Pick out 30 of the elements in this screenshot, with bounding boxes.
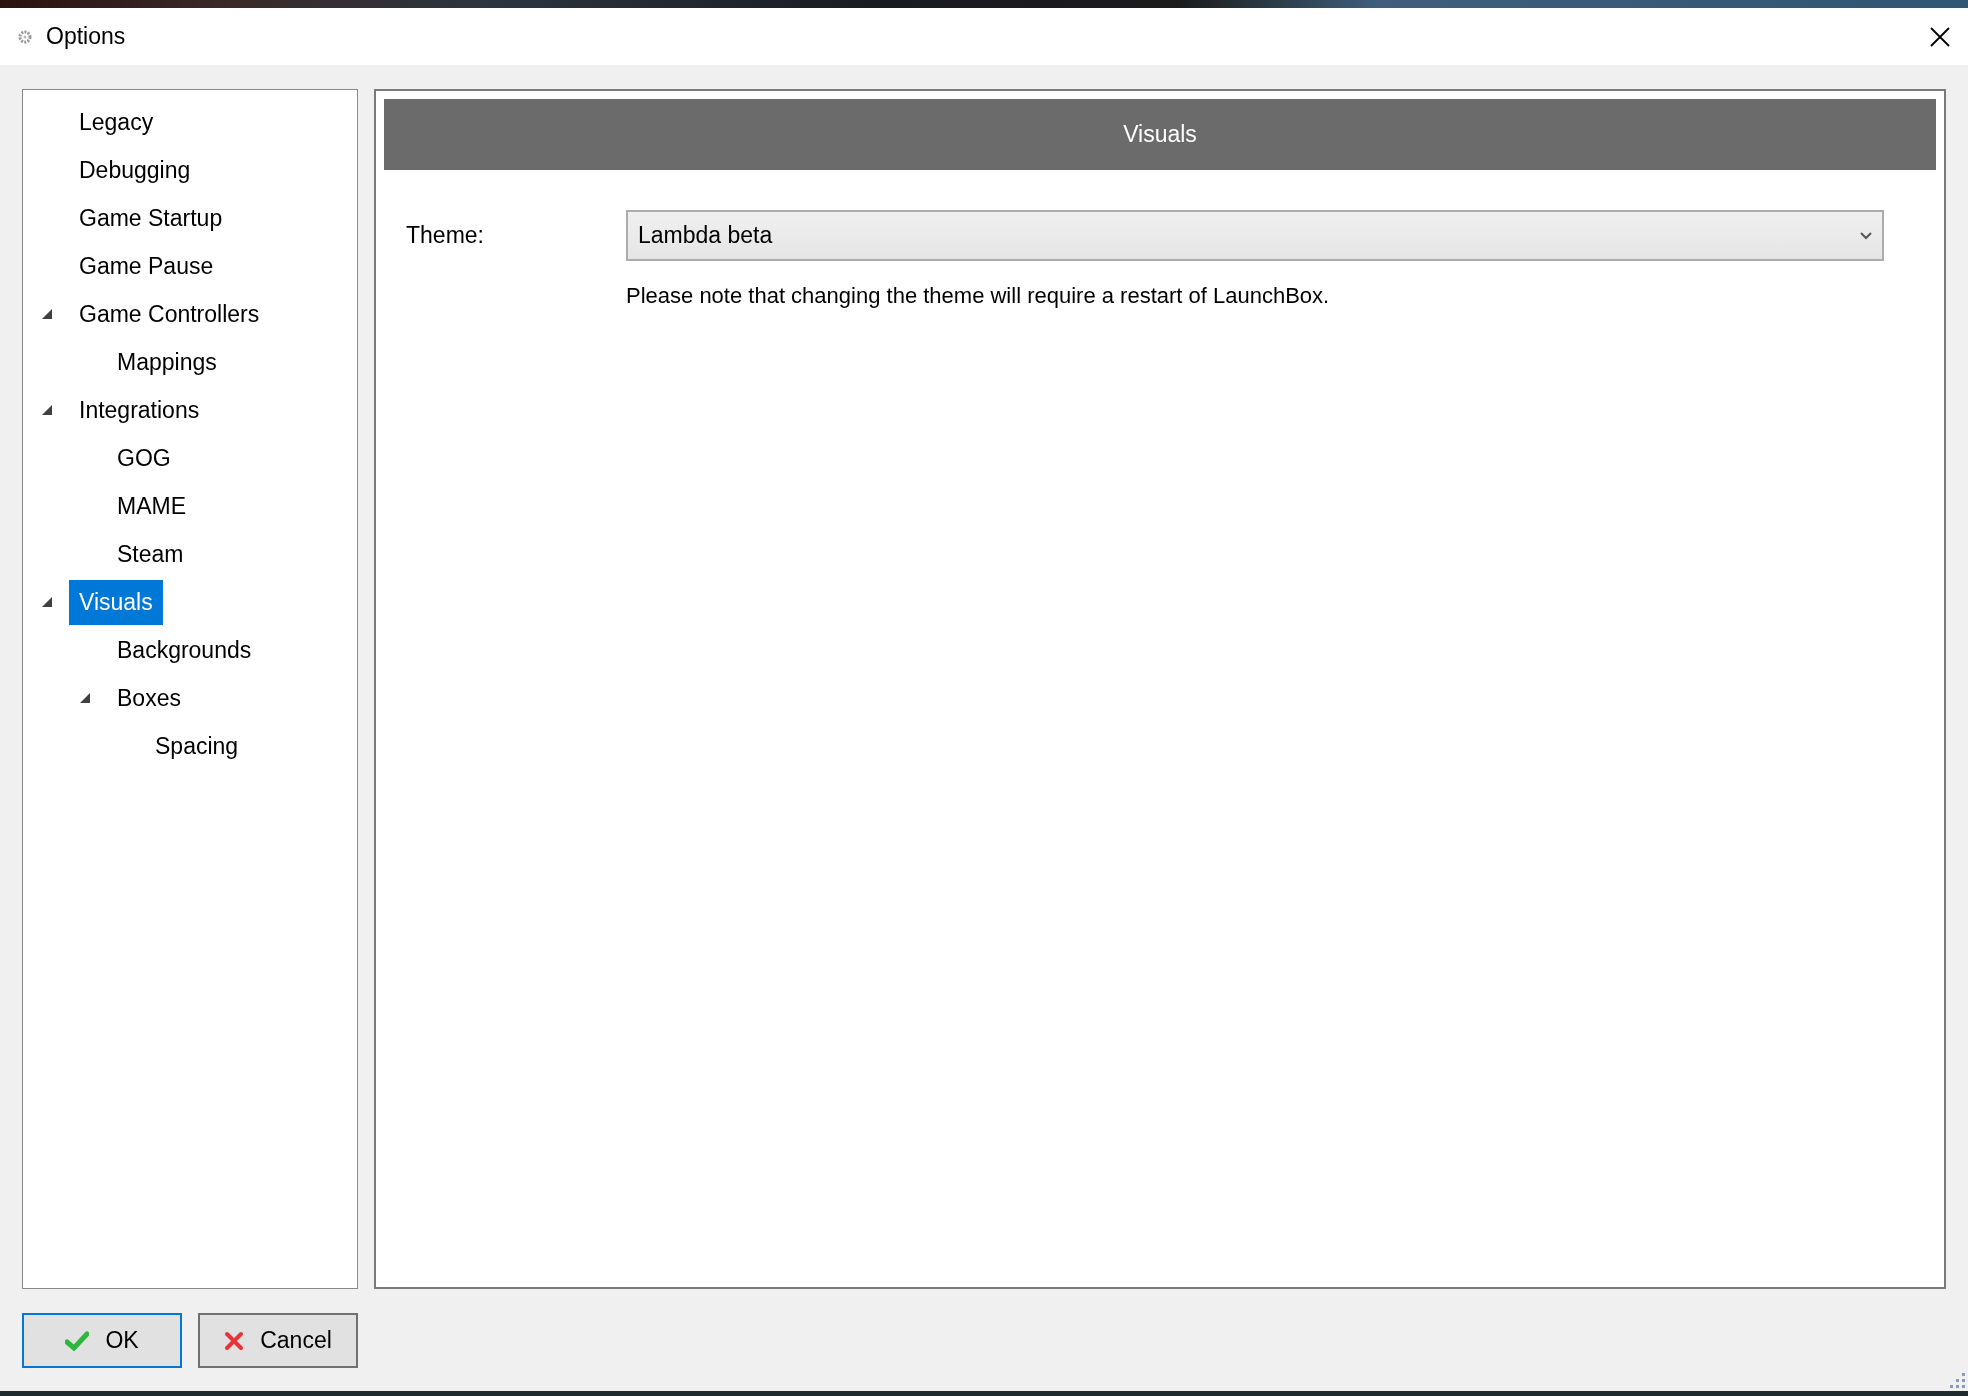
theme-label: Theme: — [406, 222, 485, 249]
tree-item[interactable]: Mappings — [107, 339, 227, 385]
tree-item[interactable]: Legacy — [69, 99, 164, 145]
ok-button[interactable]: OK — [22, 1313, 182, 1368]
tree-item[interactable]: Integrations — [69, 387, 210, 433]
cancel-button[interactable]: Cancel — [198, 1313, 358, 1368]
expander-icon[interactable] — [41, 404, 53, 416]
tree-item[interactable]: MAME — [107, 483, 196, 529]
tree-item[interactable]: Debugging — [69, 147, 201, 193]
tree-item[interactable]: Game Controllers — [69, 291, 270, 337]
expander-icon[interactable] — [79, 692, 91, 704]
section-header: Visuals — [384, 99, 1936, 170]
expander-icon[interactable] — [41, 596, 53, 608]
close-icon[interactable] — [1930, 26, 1950, 47]
window-title: Options — [46, 23, 127, 50]
chevron-down-icon — [1860, 231, 1872, 240]
tree-item[interactable]: GOG — [107, 435, 181, 481]
cross-icon — [224, 1330, 245, 1351]
tree-item[interactable]: Visuals — [69, 579, 163, 625]
tree-item[interactable]: Game Startup — [69, 195, 233, 241]
gear-icon — [18, 29, 32, 44]
checkmark-icon — [65, 1330, 90, 1351]
expander-icon[interactable] — [41, 308, 53, 320]
tree-item[interactable]: Boxes — [107, 675, 191, 721]
tree-item[interactable]: Game Pause — [69, 243, 224, 289]
theme-note: Please note that changing the theme will require a restart of LaunchBox. — [626, 283, 1331, 309]
theme-dropdown[interactable]: Lambda beta — [626, 210, 1884, 261]
tree-item[interactable]: Steam — [107, 531, 194, 577]
tree-item[interactable]: Spacing — [145, 723, 249, 769]
tree-item[interactable]: Backgrounds — [107, 627, 262, 673]
